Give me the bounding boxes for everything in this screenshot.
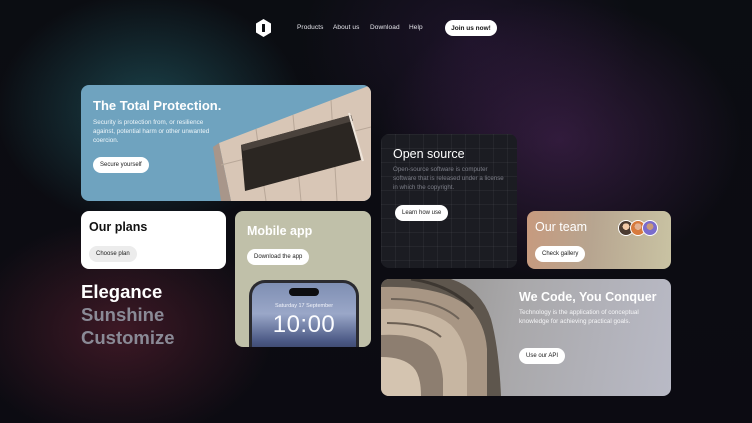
we-code-card: We Code, You Conquer Technology is the a… (381, 279, 671, 396)
we-code-title: We Code, You Conquer (519, 290, 657, 304)
protection-title: The Total Protection. (93, 98, 222, 113)
plans-title: Our plans (89, 220, 148, 234)
phone-date: Saturday 17 September (274, 303, 334, 309)
secure-yourself-button[interactable]: Secure yourself (93, 157, 149, 173)
nav-link-download[interactable]: Download (370, 24, 400, 31)
protection-description: Security is protection from, or resilien… (93, 119, 210, 145)
download-app-button[interactable]: Download the app (247, 249, 310, 265)
phone-mockup: Saturday 17 September 10:00 (249, 280, 359, 347)
plans-card: Our plans Choose plan (81, 211, 226, 269)
avatar (642, 220, 658, 236)
tagline-elegance: Elegance (81, 281, 163, 302)
open-source-title: Open source (393, 147, 465, 161)
tagline-customize: Customize (81, 327, 175, 348)
we-code-description: Technology is the application of concept… (519, 309, 639, 326)
choose-plan-button[interactable]: Choose plan (89, 246, 137, 262)
protection-card: The Total Protection. Security is protec… (81, 85, 371, 201)
top-navigation: Products About us Download Help Join us … (0, 18, 752, 40)
check-gallery-button[interactable]: Check gallery (535, 246, 586, 262)
logo-icon[interactable] (256, 19, 271, 37)
open-source-description: Open-source software is computer softwar… (393, 166, 504, 191)
use-our-api-button[interactable]: Use our API (519, 348, 566, 364)
tagline-sunshine: Sunshine (81, 304, 165, 325)
nav-link-help[interactable]: Help (409, 24, 423, 31)
open-source-card: Open source Open-source software is comp… (381, 134, 517, 268)
mobile-app-card: Mobile app Download the app Saturday 17 … (235, 211, 371, 347)
team-card: Our team Check gallery (527, 211, 671, 269)
team-title: Our team (535, 220, 588, 234)
nav-link-products[interactable]: Products (297, 24, 323, 31)
join-us-button[interactable]: Join us now! (445, 20, 497, 36)
phone-lock-screen: Saturday 17 September 10:00 (252, 283, 356, 347)
nav-link-about-us[interactable]: About us (333, 24, 359, 31)
learn-how-use-button[interactable]: Learn how use (395, 205, 449, 221)
phone-notch (289, 288, 319, 296)
mobile-app-title: Mobile app (247, 224, 313, 238)
phone-time: 10:00 (272, 311, 336, 338)
